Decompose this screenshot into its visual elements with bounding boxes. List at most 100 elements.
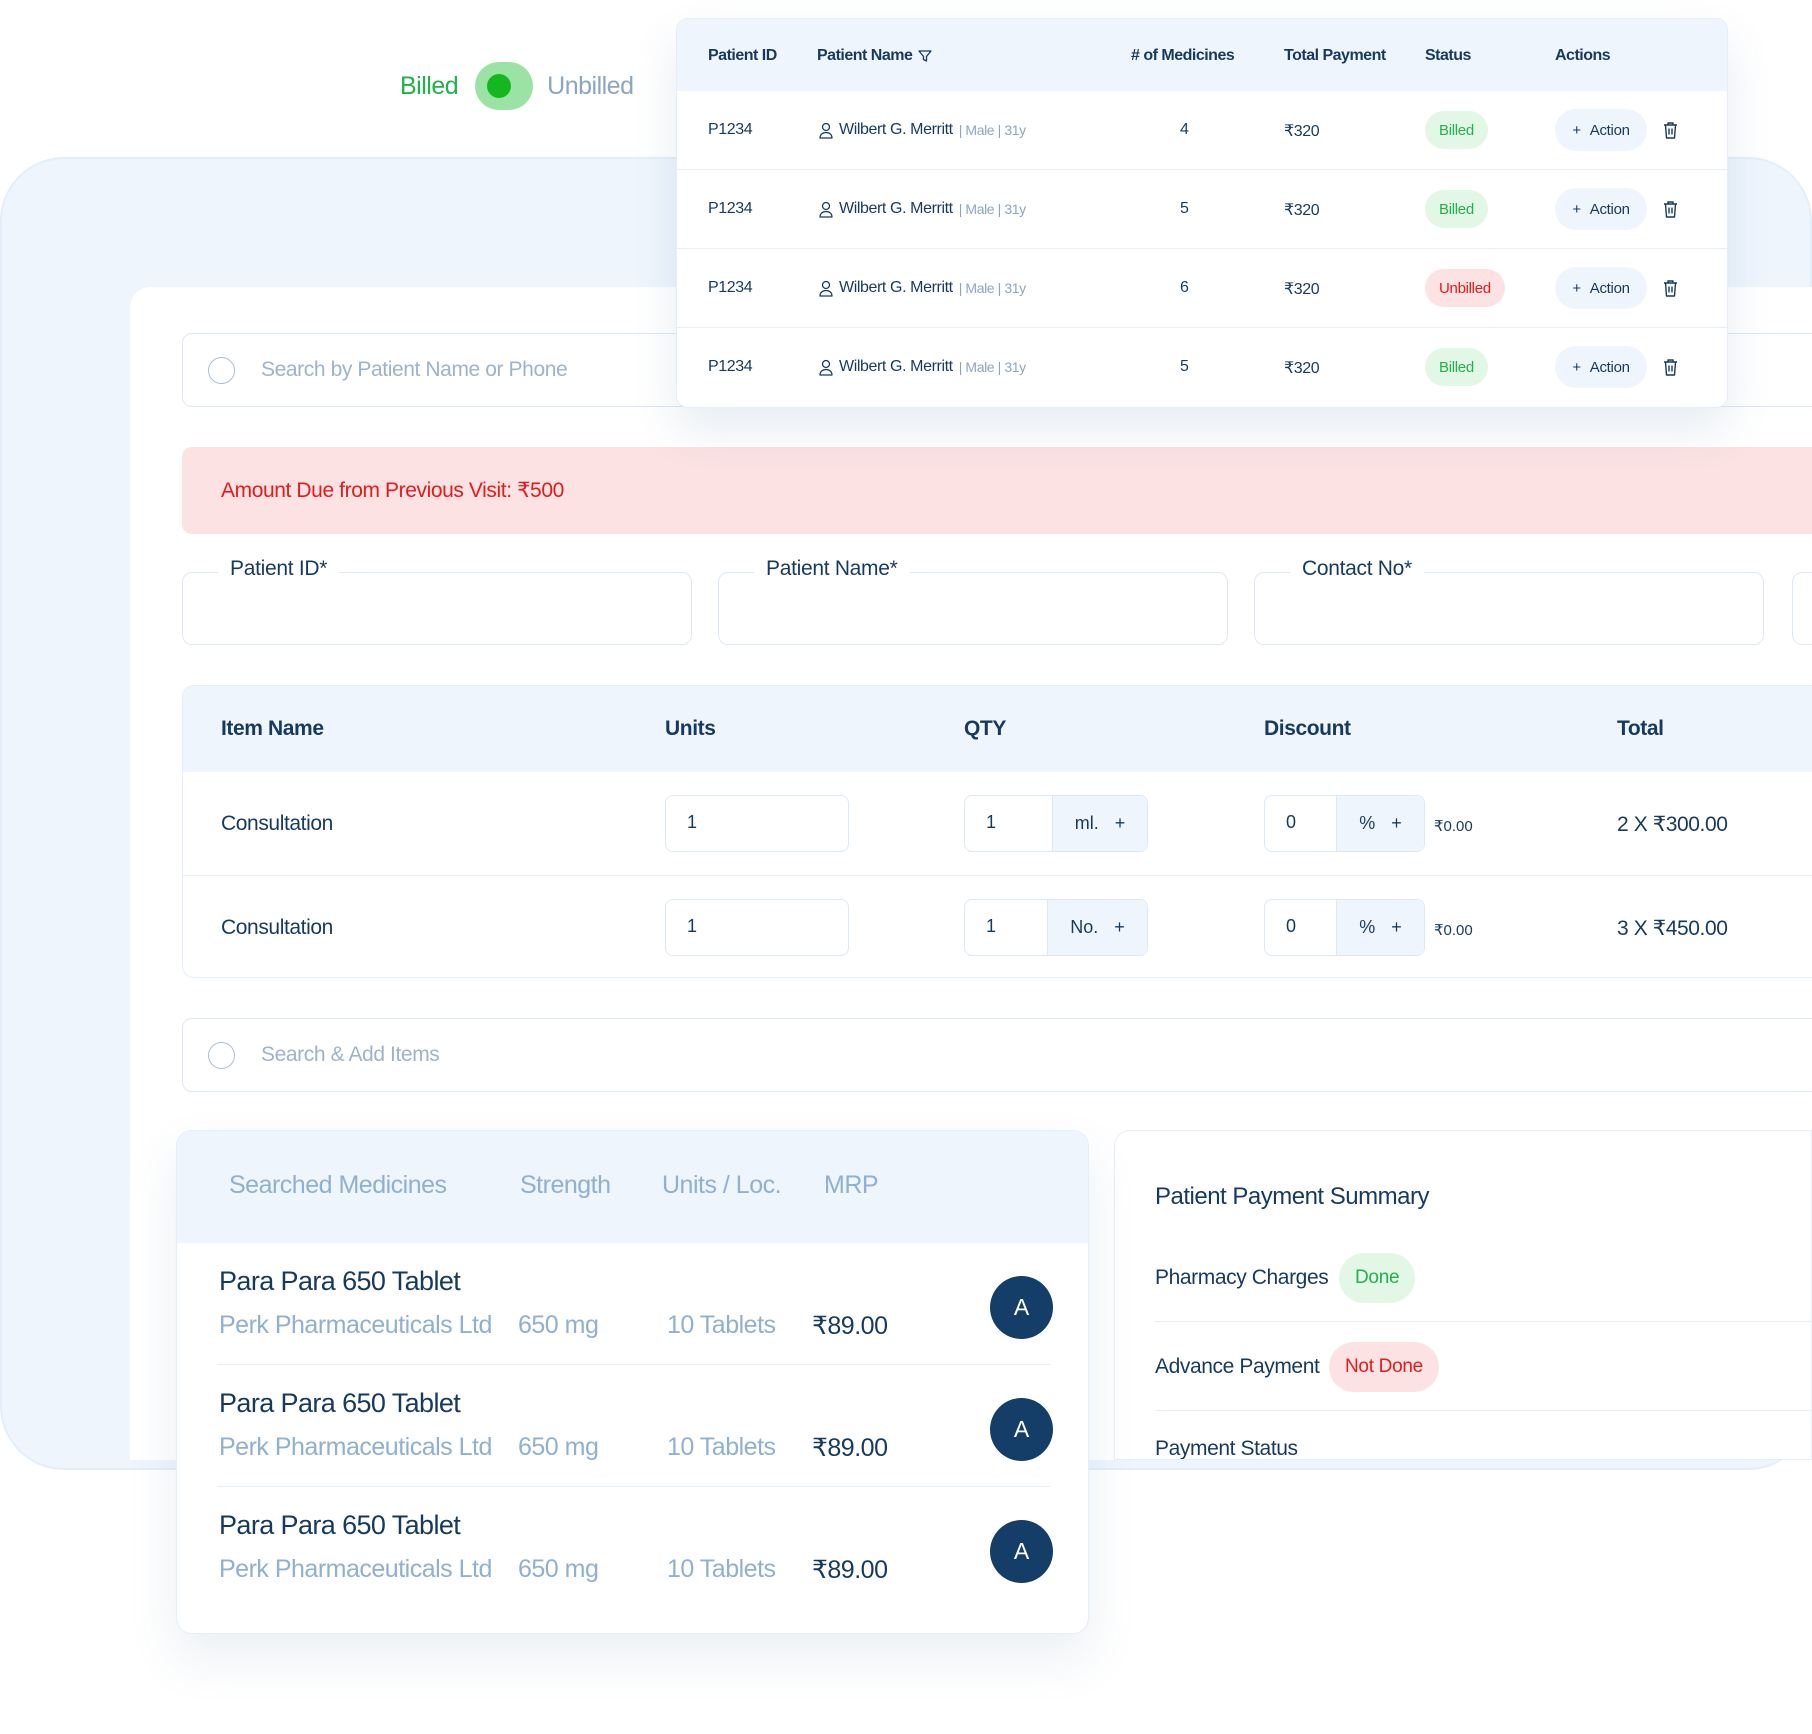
header-status: Status: [1425, 47, 1471, 64]
discount-input[interactable]: 0 % +: [1264, 795, 1425, 852]
toggle-knob: [487, 74, 512, 98]
discount-unit-label: %: [1359, 917, 1376, 937]
toggle-unbilled-label[interactable]: Unbilled: [547, 72, 634, 101]
patient-name-field[interactable]: Patient Name*: [718, 557, 1228, 645]
qty-unit-label: ml.: [1074, 813, 1099, 833]
medicines-count: 6: [1180, 279, 1189, 296]
list-item[interactable]: Para Para 650 Tablet Perk Pharmaceutical…: [217, 1365, 1053, 1487]
extra-field-edge: [1792, 572, 1812, 645]
summary-row-advance: Advance Payment Not Done: [1155, 1322, 1811, 1411]
total-payment: ₹320: [1284, 281, 1320, 298]
status-badge: Billed: [1425, 190, 1488, 228]
patient-meta: | Male | 31y: [958, 122, 1026, 138]
plus-icon: +: [1391, 813, 1402, 833]
header-medicines-count: # of Medicines: [1131, 47, 1235, 64]
header-strength: Strength: [520, 1171, 611, 1199]
action-label: Action: [1589, 279, 1630, 297]
medicine-name: Para Para 650 Tablet: [219, 1388, 461, 1418]
medicine-maker: Perk Pharmaceuticals Ltd: [219, 1311, 492, 1339]
search-icon: [208, 356, 235, 384]
summary-row-payment-status: Payment Status: [1155, 1411, 1811, 1460]
user-icon: [819, 280, 833, 297]
medicine-units: 10 Tablets: [667, 1555, 776, 1583]
amount-due-banner: Amount Due from Previous Visit: ₹500: [182, 447, 1812, 534]
medicine-mrp: ₹89.00: [812, 1434, 888, 1462]
toggle-billed-label[interactable]: Billed: [400, 72, 459, 101]
discount-unit-label: %: [1359, 813, 1376, 833]
qty-input[interactable]: 1 No. +: [964, 899, 1148, 956]
qty-input[interactable]: 1 ml. +: [964, 795, 1148, 852]
payment-status-label: Payment Status: [1155, 1437, 1298, 1460]
list-item[interactable]: Para Para 650 Tablet Perk Pharmaceutical…: [217, 1243, 1053, 1365]
units-input[interactable]: 1: [665, 899, 849, 956]
table-row[interactable]: P1234 Wilbert G. Merritt | Male | 31y 4 …: [677, 91, 1727, 170]
patient-name: Wilbert G. Merritt: [839, 121, 953, 138]
plus-icon: +: [1572, 279, 1581, 297]
add-medicine-avatar-button[interactable]: A: [990, 1276, 1053, 1339]
table-row: Consultation 1 1 ml. + 0 % + ₹0.00 2 X ₹…: [183, 772, 1812, 875]
medicines-count: 4: [1180, 121, 1189, 138]
patient-meta: | Male | 31y: [958, 280, 1026, 296]
status-badge: Billed: [1425, 348, 1488, 386]
row-total: 2 X ₹300.00: [1617, 813, 1728, 836]
item-search-placeholder: Search & Add Items: [261, 1043, 440, 1066]
discount-unit-selector[interactable]: % +: [1336, 796, 1424, 851]
medicine-units: 10 Tablets: [667, 1311, 776, 1339]
units-value: 1: [687, 812, 698, 832]
qty-unit-selector[interactable]: No. +: [1047, 900, 1147, 955]
billing-toggle: Billed Unbilled: [400, 60, 634, 112]
list-item[interactable]: Para Para 650 Tablet Perk Pharmaceutical…: [217, 1487, 1053, 1609]
plus-icon: +: [1114, 917, 1125, 937]
add-medicine-avatar-button[interactable]: A: [990, 1398, 1053, 1461]
action-button[interactable]: + Action: [1555, 188, 1647, 230]
header-units-loc: Units / Loc.: [662, 1171, 782, 1199]
patient-name-label: Patient Name*: [754, 557, 910, 581]
table-row[interactable]: P1234 Wilbert G. Merritt | Male | 31y 5 …: [677, 328, 1727, 407]
medicines-table-header: Searched Medicines Strength Units / Loc.…: [177, 1131, 1088, 1243]
table-row[interactable]: P1234 Wilbert G. Merritt | Male | 31y 6 …: [677, 249, 1727, 328]
search-icon: [208, 1041, 235, 1069]
item-search-input[interactable]: Search & Add Items: [182, 1018, 1812, 1092]
action-button[interactable]: + Action: [1555, 346, 1647, 388]
add-medicine-avatar-button[interactable]: A: [990, 1520, 1053, 1583]
patient-name-cell: Wilbert G. Merritt | Male | 31y: [819, 279, 1026, 297]
discount-unit-selector[interactable]: % +: [1336, 900, 1424, 955]
row-total: 3 X ₹450.00: [1617, 917, 1728, 940]
discount-amount: ₹0.00: [1434, 922, 1473, 939]
medicines-count: 5: [1180, 200, 1189, 217]
trash-icon[interactable]: [1662, 279, 1679, 298]
header-patient-name[interactable]: Patient Name: [817, 47, 933, 65]
header-item-name: Item Name: [221, 717, 324, 740]
medicine-maker: Perk Pharmaceuticals Ltd: [219, 1433, 492, 1461]
contact-no-field[interactable]: Contact No*: [1254, 557, 1764, 645]
trash-icon[interactable]: [1662, 358, 1679, 377]
header-actions: Actions: [1555, 47, 1611, 64]
summary-row-pharmacy: Pharmacy Charges Done: [1155, 1233, 1811, 1322]
action-button[interactable]: + Action: [1555, 267, 1647, 309]
qty-unit-selector[interactable]: ml. +: [1052, 796, 1147, 851]
qty-value: 1: [986, 916, 997, 936]
discount-input[interactable]: 0 % +: [1264, 899, 1425, 956]
trash-icon[interactable]: [1662, 121, 1679, 140]
units-input[interactable]: 1: [665, 795, 849, 852]
status-badge: Billed: [1425, 111, 1488, 149]
table-row[interactable]: P1234 Wilbert G. Merritt | Male | 31y 5 …: [677, 170, 1727, 249]
patient-search-placeholder: Search by Patient Name or Phone: [261, 358, 568, 381]
filter-icon[interactable]: [918, 49, 933, 63]
plus-icon: +: [1114, 813, 1126, 833]
header-discount: Discount: [1264, 717, 1351, 740]
medicine-maker: Perk Pharmaceuticals Ltd: [219, 1555, 492, 1583]
patient-id-field[interactable]: Patient ID*: [182, 557, 692, 645]
billed-toggle-switch[interactable]: [475, 62, 534, 110]
medicine-strength: 650 mg: [518, 1555, 599, 1583]
action-button[interactable]: + Action: [1555, 109, 1647, 151]
medicine-units: 10 Tablets: [667, 1433, 776, 1461]
medicine-strength: 650 mg: [518, 1433, 599, 1461]
total-payment: ₹320: [1284, 360, 1320, 377]
patient-name: Wilbert G. Merritt: [839, 200, 953, 217]
plus-icon: +: [1572, 200, 1581, 218]
patient-id: P1234: [708, 121, 753, 138]
total-payment: ₹320: [1284, 202, 1320, 219]
header-patient-name-label: Patient Name: [817, 47, 913, 64]
trash-icon[interactable]: [1662, 200, 1679, 219]
